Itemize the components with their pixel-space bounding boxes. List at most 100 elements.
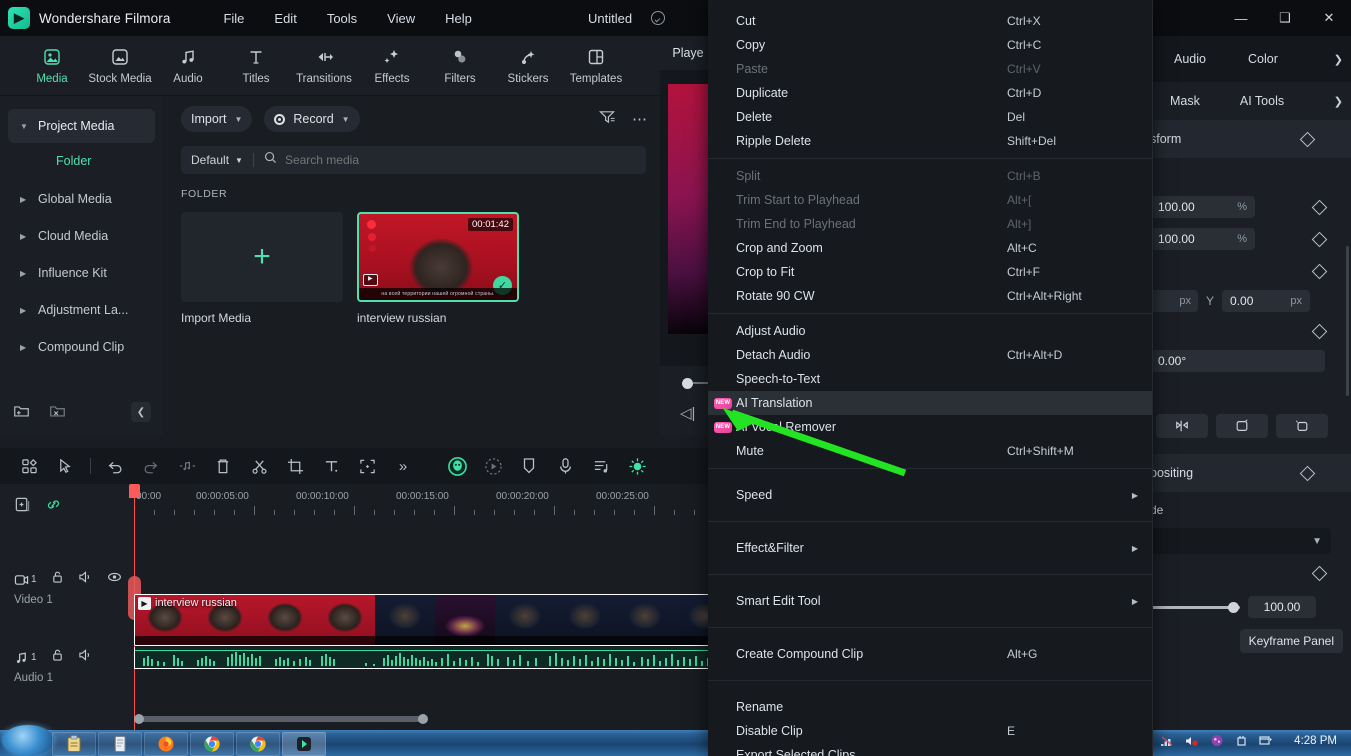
mute-icon[interactable] [78, 648, 93, 667]
timeline-horizontal-scrollbar[interactable] [134, 714, 710, 724]
menu-item-crop-and-zoom[interactable]: Crop and Zoom Alt+C [708, 236, 1152, 260]
close-button[interactable]: ✕ [1307, 0, 1351, 36]
tabs-next-chevron-icon-2[interactable]: ❯ [1334, 95, 1343, 108]
tab-filters[interactable]: Filters [426, 46, 494, 85]
chrome-2-icon[interactable] [236, 732, 280, 756]
sidebar-item-influence-kit[interactable]: ▶ Influence Kit [8, 256, 155, 290]
sidebar-subitem-folder[interactable]: Folder [8, 146, 155, 176]
track-header-audio-1[interactable]: 1 Audio 1 [0, 648, 134, 684]
minimize-button[interactable]: — [1219, 0, 1263, 36]
delete-icon[interactable] [206, 452, 240, 480]
rotation-keyframe-icon[interactable] [1311, 323, 1328, 339]
menu-item-crop-to-fit[interactable]: Crop to Fit Ctrl+F [708, 260, 1152, 284]
transform-section-header[interactable]: sform [1150, 120, 1351, 158]
volume-icon[interactable] [1185, 734, 1199, 752]
menu-item-delete[interactable]: Delete Del [708, 105, 1152, 129]
menu-item-rename[interactable]: Rename [708, 695, 1152, 719]
link-clips-icon[interactable] [45, 496, 62, 518]
voiceover-mic-icon[interactable] [548, 452, 582, 480]
crop-icon[interactable] [1216, 414, 1268, 438]
lock-icon[interactable] [51, 648, 64, 667]
crop-icon[interactable] [278, 452, 312, 480]
menu-edit[interactable]: Edit [259, 7, 311, 30]
marker-icon[interactable] [512, 452, 546, 480]
mute-icon[interactable] [78, 570, 93, 589]
tab-stock-media[interactable]: Stock Media [86, 46, 154, 85]
sidebar-item-project-media[interactable]: ▼ Project Media [8, 109, 155, 143]
tab-titles[interactable]: Titles [222, 46, 290, 85]
menu-item-create-compound-clip[interactable]: Create Compound Clip Alt+G [708, 642, 1152, 666]
firefox-icon[interactable] [144, 732, 188, 756]
sort-dropdown[interactable]: Default ▼ [191, 153, 243, 167]
redo-icon[interactable] [134, 452, 168, 480]
network-icon[interactable] [1160, 734, 1174, 752]
timeline-clip-audio-waveform[interactable] [134, 647, 710, 669]
compositing-keyframe-icon[interactable] [1299, 465, 1316, 481]
sidebar-item-compound-clip[interactable]: ▶ Compound Clip [8, 330, 155, 364]
tab-mask[interactable]: Mask [1170, 94, 1200, 108]
tab-audio[interactable]: Audio [154, 46, 222, 85]
menu-help[interactable]: Help [430, 7, 487, 30]
menu-item-rotate-90-cw[interactable]: Rotate 90 CW Ctrl+Alt+Right [708, 284, 1152, 308]
properties-scrollbar[interactable] [1346, 246, 1349, 396]
notes-app-icon[interactable] [52, 732, 96, 756]
menu-tools[interactable]: Tools [312, 7, 372, 30]
more-chevron-icon[interactable]: » [386, 452, 420, 480]
timeline-scroll-handle-left[interactable] [134, 714, 144, 724]
usb-icon[interactable] [1235, 734, 1248, 752]
sidebar-item-adjustment-layer[interactable]: ▶ Adjustment La... [8, 293, 155, 327]
tab-transitions[interactable]: Transitions [290, 46, 358, 85]
text-icon[interactable] [314, 452, 348, 480]
new-folder-icon[interactable] [12, 402, 34, 422]
player-progress-knob[interactable] [682, 378, 693, 389]
auto-reframe-icon[interactable] [350, 452, 384, 480]
player-video-preview[interactable] [668, 84, 710, 334]
timeline-scroll-handle-right[interactable] [418, 714, 428, 724]
tab-audio-properties[interactable]: Audio [1174, 52, 1206, 66]
compositing-section-header[interactable]: positing [1150, 454, 1351, 492]
taskbar-clock[interactable]: 4:28 PM [1294, 735, 1337, 747]
menu-item-duplicate[interactable]: Duplicate Ctrl+D [708, 81, 1152, 105]
menu-item-ai-vocal-remover[interactable]: NEW AI Vocal Remover [708, 415, 1152, 439]
menu-item-effect-and-filter[interactable]: Effect&Filter ▶ [708, 536, 1152, 560]
import-media-tile[interactable]: + [181, 212, 343, 302]
menu-item-speech-to-text[interactable]: Speech-to-Text [708, 367, 1152, 391]
motion-tracking-icon[interactable] [476, 452, 510, 480]
track-header-video-1[interactable]: 1 Video 1 [0, 570, 134, 606]
position-x-field[interactable]: px [1150, 290, 1198, 312]
green-screen-icon[interactable] [620, 452, 654, 480]
sidebar-item-cloud-media[interactable]: ▶ Cloud Media [8, 219, 155, 253]
playhead-handle[interactable] [129, 484, 140, 498]
menu-view[interactable]: View [372, 7, 430, 30]
menu-item-speed[interactable]: Speed ▶ [708, 483, 1152, 507]
flip-horizontal-icon[interactable] [1156, 414, 1208, 438]
menu-file[interactable]: File [208, 7, 259, 30]
timeline-ruler[interactable]: 00:00 00:00:05:00 00:00:10:00 00:00:15:0… [134, 484, 710, 520]
ai-portrait-icon[interactable] [440, 452, 474, 480]
timeline-clip-video[interactable]: ▶ interview russian [134, 594, 710, 646]
media-clip-thumbnail[interactable]: 00:01:42 ✓ на всей территории нашей огро… [357, 212, 519, 302]
timeline-scroll-thumb[interactable] [136, 716, 426, 722]
scale-x-keyframe-icon[interactable] [1311, 199, 1328, 215]
menu-item-mute[interactable]: Mute Ctrl+Shift+M [708, 439, 1152, 463]
split-scissors-icon[interactable] [242, 452, 276, 480]
scale-x-field[interactable]: 100.00 % [1150, 196, 1255, 218]
rotation-field[interactable]: 0.00° [1150, 350, 1325, 372]
template-grid-icon[interactable] [12, 452, 46, 480]
tab-color-properties[interactable]: Color [1248, 52, 1278, 66]
sidebar-item-global-media[interactable]: ▶ Global Media [8, 182, 155, 216]
scale-y-keyframe-icon[interactable] [1311, 231, 1328, 247]
tab-stickers[interactable]: Stickers [494, 46, 562, 85]
scale-y-field[interactable]: 100.00 % [1150, 228, 1255, 250]
menu-item-ai-translation[interactable]: NEW AI Translation [708, 391, 1152, 415]
lock-icon[interactable] [51, 570, 64, 589]
eye-icon[interactable] [107, 570, 122, 589]
menu-item-export-selected-clips[interactable]: Export Selected Clips [708, 743, 1152, 756]
tab-templates[interactable]: Templates [562, 46, 630, 85]
add-track-icon[interactable] [14, 496, 31, 518]
clip-play-icon[interactable]: ▶ [138, 597, 151, 610]
media-search-bar[interactable]: Default ▼ [181, 146, 646, 174]
menu-item-adjust-audio[interactable]: Adjust Audio [708, 319, 1152, 343]
delete-folder-icon[interactable] [48, 402, 70, 422]
tab-effects[interactable]: Effects [358, 46, 426, 85]
